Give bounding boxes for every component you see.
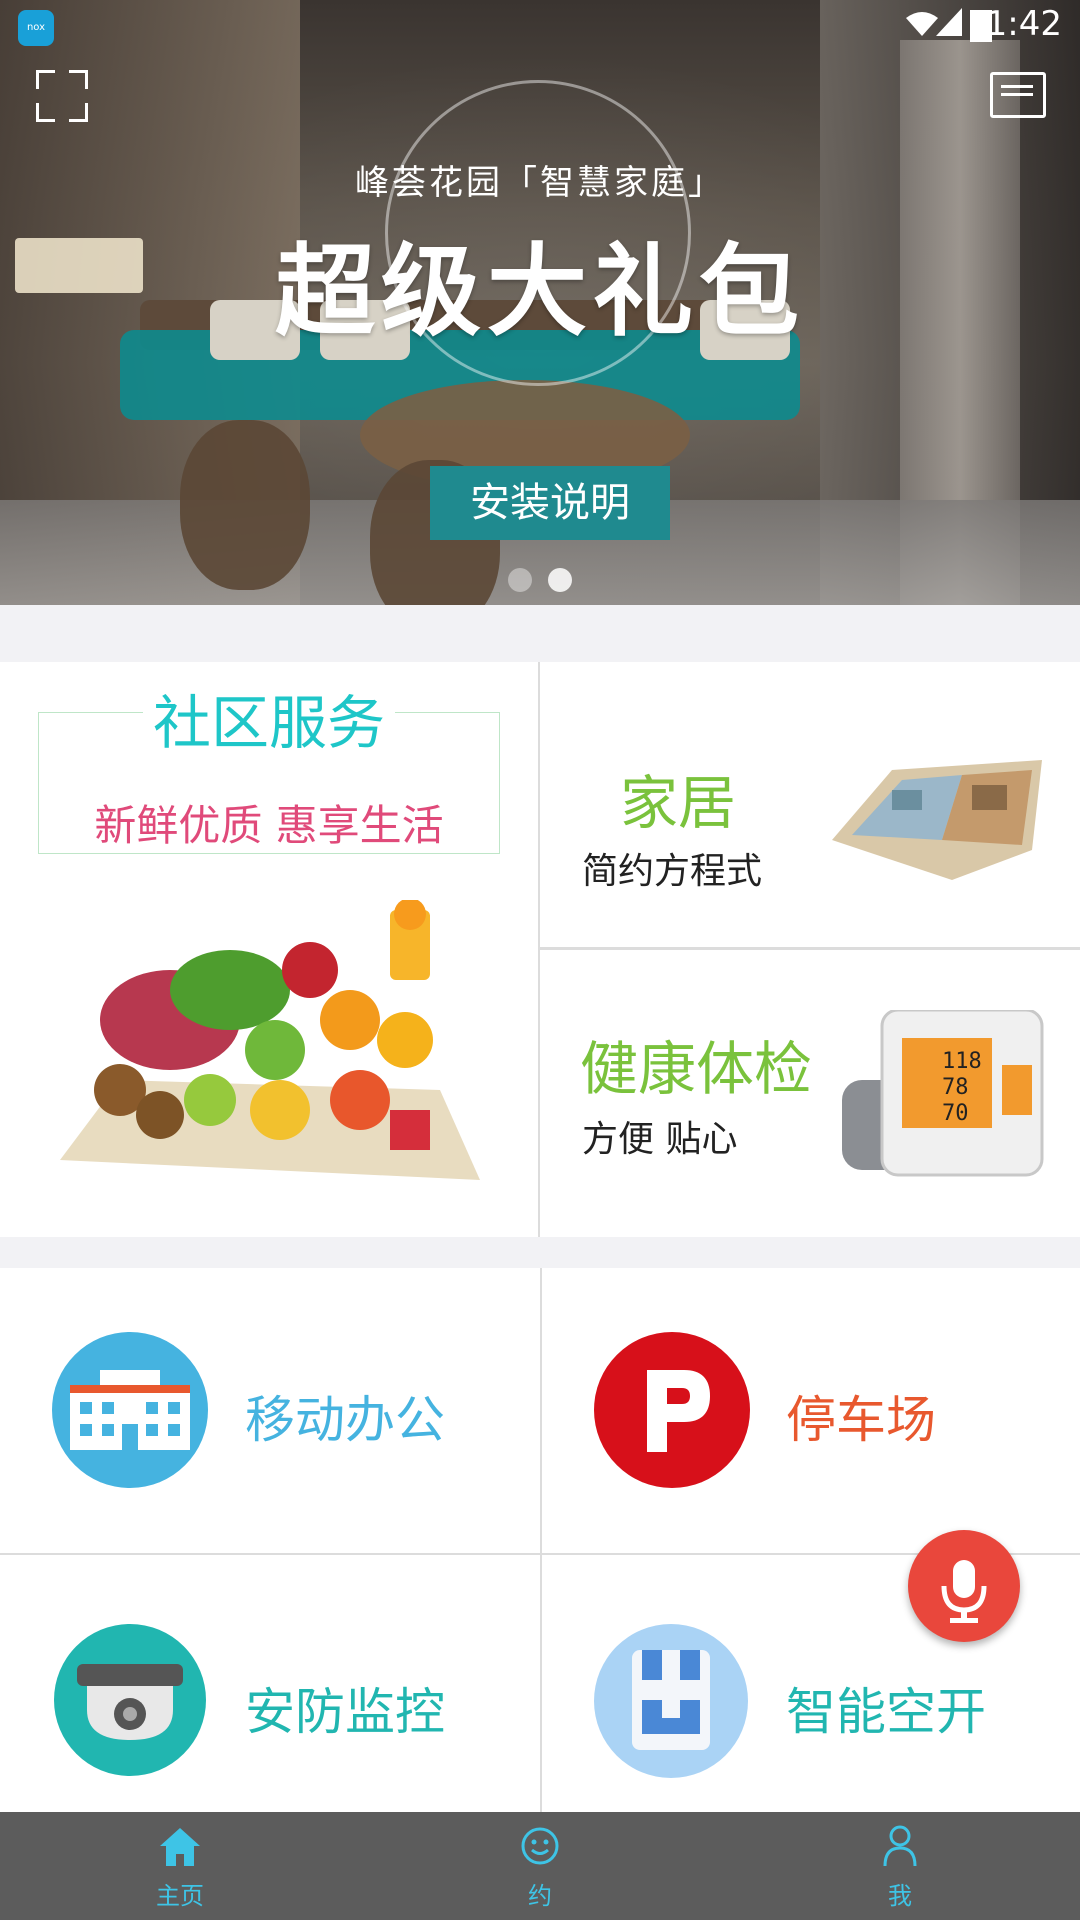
promo-banner[interactable]: 峰荟花园「智慧家庭」 超级大礼包 安装说明: [0, 0, 1080, 605]
bottom-tab-bar: 主页 约 我: [0, 1812, 1080, 1920]
parking-icon: [594, 1332, 750, 1488]
scan-icon[interactable]: [36, 70, 88, 122]
tab-appointments-label: 约: [528, 1882, 552, 1910]
tab-me-label: 我: [888, 1882, 912, 1910]
tab-home[interactable]: 主页: [0, 1812, 360, 1920]
tab-appointments[interactable]: 约: [360, 1812, 720, 1920]
status-bar: nox 1:42: [0, 0, 1080, 50]
monitor-reading-mid: 78: [942, 1075, 969, 1100]
community-title-text: 社区服务: [142, 689, 395, 757]
divider: [540, 1268, 542, 1812]
monitor-reading-bottom: 70: [942, 1101, 969, 1126]
carousel-dot[interactable]: [508, 568, 532, 592]
person-icon: [883, 1825, 917, 1867]
banner-bg-stool: [180, 420, 310, 590]
health-title: 健康体检: [580, 1035, 813, 1103]
nox-app-icon: nox: [18, 10, 54, 46]
microphone-icon: [941, 1560, 987, 1623]
parking-label: 停车场: [786, 1391, 936, 1449]
community-title: 社区服务: [38, 676, 500, 760]
monitor-reading-top: 118: [942, 1049, 982, 1074]
carousel-dot-active[interactable]: [548, 568, 572, 592]
smile-icon: [521, 1827, 559, 1865]
fruit-basket-image: [60, 900, 480, 1180]
tab-home-label: 主页: [156, 1882, 204, 1910]
health-subtitle: 方便 贴心: [582, 1119, 738, 1160]
banner-title: 超级大礼包: [275, 233, 805, 350]
status-time: 1:42: [985, 4, 1062, 44]
tab-me[interactable]: 我: [720, 1812, 1080, 1920]
home-icon: [160, 1828, 200, 1866]
mobile-office-label: 移动办公: [245, 1391, 445, 1449]
security-monitor-label: 安防监控: [245, 1683, 445, 1741]
message-icon[interactable]: [990, 72, 1046, 118]
blood-pressure-monitor-image: 118 78 70: [842, 1010, 1044, 1177]
smart-switch-icon: [594, 1624, 748, 1778]
home-title: 家居: [620, 769, 737, 837]
smart-switch-label: 智能空开: [786, 1683, 986, 1741]
camera-icon: [54, 1624, 206, 1776]
voice-button[interactable]: [908, 1530, 1020, 1642]
wifi-icon: [904, 10, 940, 45]
home-subtitle: 简约方程式: [582, 851, 763, 892]
building-icon: [52, 1332, 208, 1488]
install-guide-button[interactable]: 安装说明: [430, 466, 670, 540]
signal-icon: [936, 8, 962, 36]
community-subtitle: 新鲜优质 惠享生活: [94, 801, 444, 850]
floorplan-image: [832, 760, 1042, 880]
banner-subtitle: 峰荟花园「智慧家庭」: [355, 163, 725, 203]
